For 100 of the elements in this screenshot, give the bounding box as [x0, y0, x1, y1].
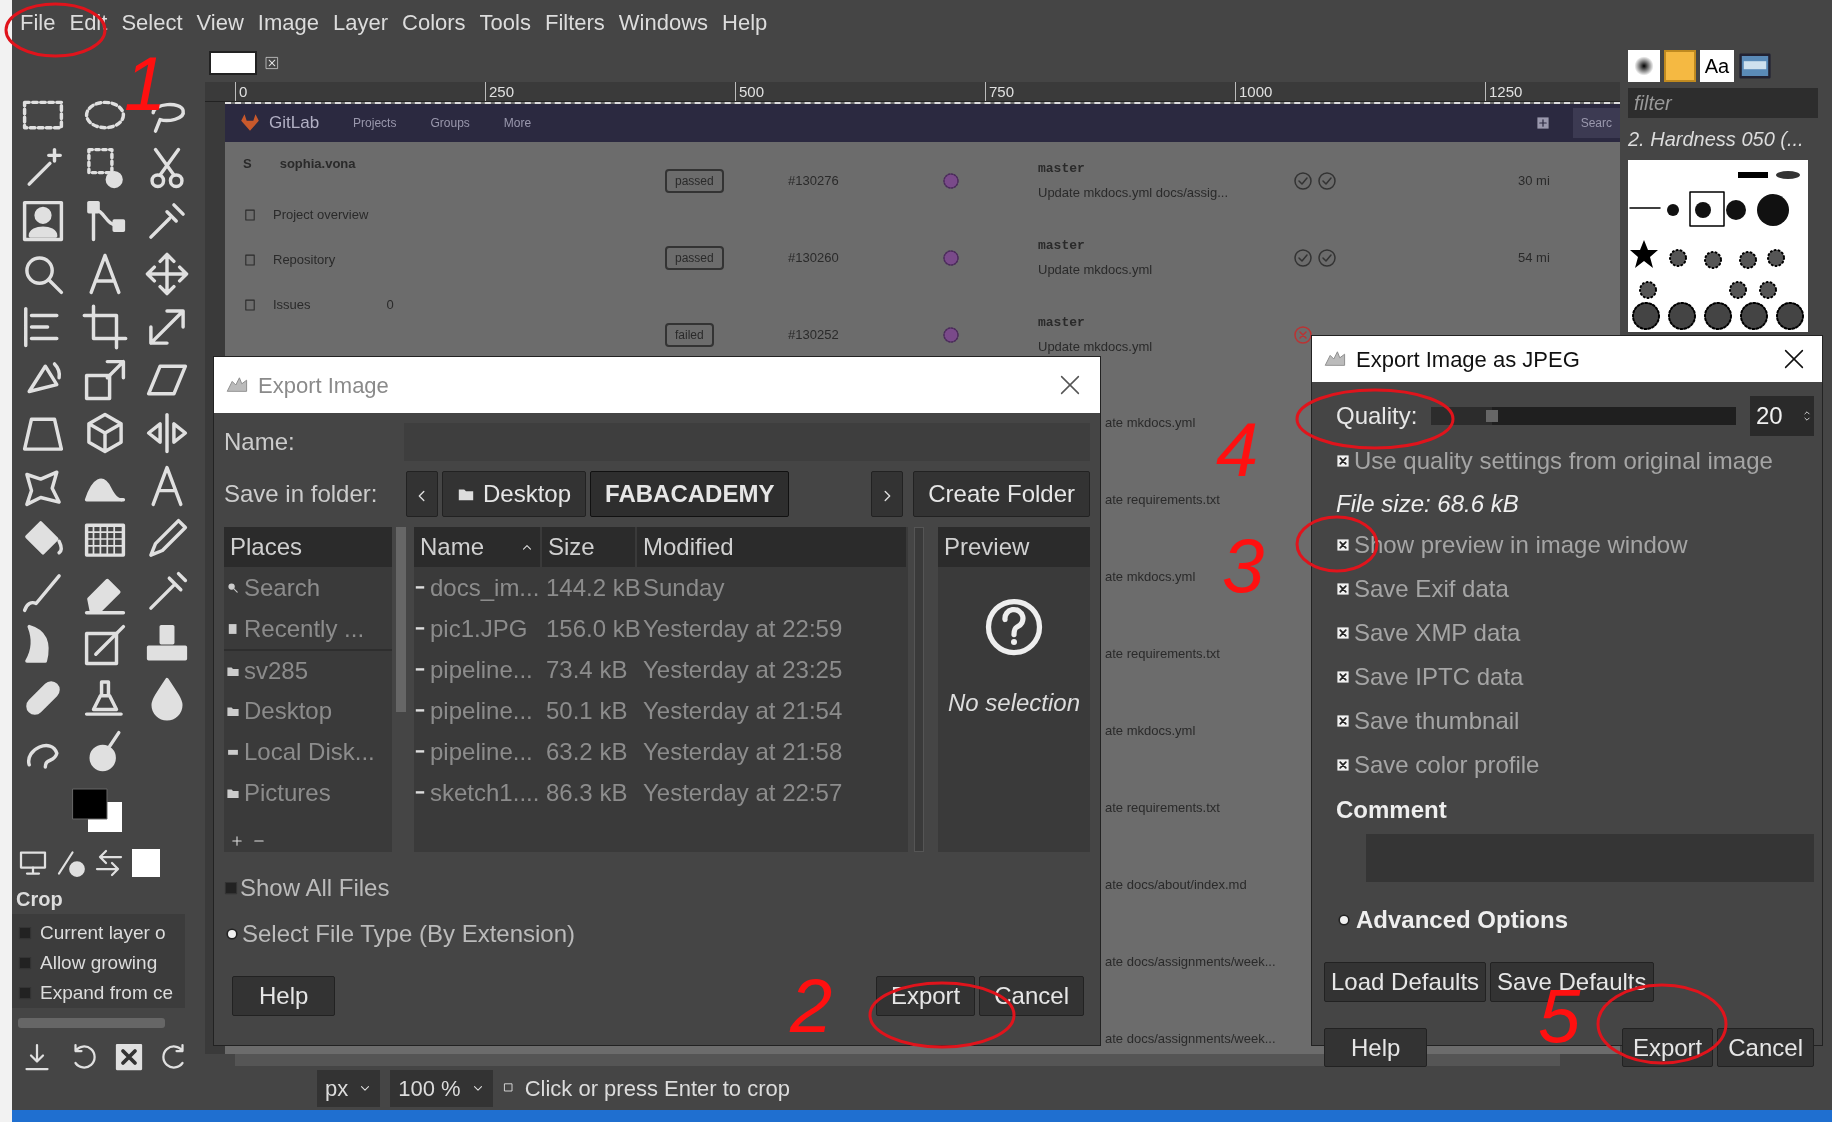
sidebar-link[interactable]: Repository [273, 250, 336, 270]
figure-select-icon[interactable] [20, 198, 66, 244]
close-icon[interactable] [265, 56, 279, 70]
brushes-drawing[interactable] [1628, 160, 1808, 332]
place-item[interactable]: sv285 [244, 652, 309, 689]
checkbox-checked[interactable] [1336, 714, 1350, 728]
file-name[interactable]: docs_im... [430, 569, 540, 606]
checkbox-checked[interactable] [1336, 670, 1350, 684]
scale-icon[interactable] [82, 357, 128, 403]
checkbox-checked[interactable] [1336, 582, 1350, 596]
checkbox-checked[interactable] [1336, 758, 1350, 772]
branch-name[interactable]: master [1038, 159, 1293, 179]
scrollbar[interactable] [18, 1018, 165, 1028]
file-name[interactable]: pipeline... [430, 692, 533, 729]
dialog-button[interactable]: Cancel [979, 976, 1084, 1016]
user-name[interactable]: sophia.vona [279, 154, 356, 174]
path-button[interactable]: Desktop [442, 471, 587, 517]
commit-message[interactable]: ate requirements.txt [1105, 643, 1220, 663]
commit-message[interactable]: ate mkdocs.yml [1105, 720, 1196, 740]
nav-link[interactable]: Groups [430, 114, 470, 132]
commit-message[interactable]: ate mkdocs.yml [1105, 412, 1196, 432]
check-circle-icon[interactable] [1317, 247, 1337, 268]
menu-item[interactable]: Windows [618, 5, 709, 39]
expander-label[interactable]: Select File Type (By Extension) [242, 916, 576, 952]
pipeline-id[interactable]: #130260 [788, 247, 941, 268]
create-folder-button[interactable]: Create Folder [913, 471, 1090, 517]
branch-name[interactable]: master [1038, 313, 1293, 333]
close-icon[interactable] [1782, 347, 1806, 371]
place-item[interactable]: Pictures [244, 774, 331, 811]
expander-icon[interactable] [1336, 912, 1352, 928]
check-circle-icon[interactable] [1293, 247, 1313, 268]
menu-item[interactable]: Image [257, 5, 319, 39]
dialog-button[interactable]: Cancel [1717, 1027, 1814, 1068]
slider-thumb[interactable] [1486, 410, 1499, 422]
menu-item[interactable]: Help [722, 5, 768, 39]
branch-name[interactable]: master [1038, 236, 1293, 256]
file-name[interactable]: sketch1.... [430, 774, 540, 811]
place-item[interactable]: Recently ... [244, 610, 365, 647]
pencil-info-icon[interactable] [56, 848, 86, 878]
color-swatches-drawing[interactable] [72, 788, 123, 833]
file-name[interactable]: pipeline... [430, 733, 533, 770]
commit-message[interactable]: ate requirements.txt [1105, 797, 1220, 817]
file-name[interactable]: pipeline... [430, 651, 533, 688]
path-button[interactable]: FABACADEMY [590, 471, 790, 517]
pattern-swatch[interactable] [1664, 50, 1696, 82]
unit-select[interactable]: px [317, 1069, 381, 1107]
commit-message[interactable]: ate mkdocs.yml [1105, 566, 1196, 586]
close-icon[interactable] [1058, 373, 1082, 397]
menu-item[interactable]: Layer [333, 5, 389, 39]
image-thumbnail-tab[interactable] [209, 51, 257, 75]
commit-message[interactable]: ate docs/assignments/week... [1105, 1028, 1276, 1048]
menu-item[interactable]: View [196, 5, 244, 39]
crop-icon[interactable] [82, 304, 128, 350]
monitor-icon[interactable] [18, 848, 48, 878]
checkbox[interactable] [224, 881, 238, 895]
place-item[interactable]: Local Disk... [244, 733, 375, 770]
checkbox-checked[interactable] [1336, 538, 1350, 552]
nav-link[interactable]: More [503, 114, 532, 132]
passed-badge[interactable]: passed [665, 245, 724, 270]
brush-preview-icon[interactable] [1628, 50, 1660, 82]
filter-field[interactable]: filter [1628, 88, 1818, 118]
dialog-button[interactable]: Help [1324, 1027, 1428, 1068]
failed-badge[interactable]: failed [665, 322, 714, 347]
nav-link[interactable]: Projects [353, 114, 397, 132]
commit-message[interactable]: Update mkdocs.yml [1038, 336, 1293, 356]
menu-item[interactable]: Filters [544, 5, 605, 39]
check-circle-icon[interactable] [1317, 170, 1337, 191]
place-item[interactable]: Search [244, 569, 321, 606]
quality-spinbox[interactable]: 20 [1750, 396, 1814, 436]
check-circle-icon[interactable] [1293, 170, 1313, 191]
passed-badge[interactable]: passed [665, 168, 724, 193]
delete-icon[interactable] [114, 1042, 144, 1072]
checkbox-checked[interactable] [1336, 454, 1350, 468]
menu-item[interactable]: Select [121, 5, 183, 39]
commit-message[interactable]: ate docs/about/index.md [1105, 874, 1247, 894]
menu-item[interactable]: Tools [479, 5, 531, 39]
scrollbar[interactable] [914, 527, 924, 852]
move-arrows-icon[interactable] [144, 251, 190, 297]
expander-icon[interactable] [224, 926, 240, 942]
scrollbar[interactable] [396, 527, 406, 712]
search-field[interactable]: Searc [1572, 108, 1620, 138]
checkbox[interactable] [18, 986, 32, 1000]
defaults-button[interactable]: Load Defaults [1324, 962, 1487, 1002]
commit-message[interactable]: Update mkdocs.yml [1038, 259, 1293, 279]
zoom-select[interactable]: 100 % [390, 1069, 493, 1107]
quality-slider[interactable] [1431, 407, 1736, 425]
image-tab-thumbnail[interactable] [132, 849, 160, 877]
expander-label[interactable]: Advanced Options [1356, 902, 1569, 938]
pipeline-id[interactable]: #130252 [788, 324, 941, 345]
font-tab[interactable]: Aa [1700, 50, 1734, 82]
dialog-button[interactable]: Export [1621, 1027, 1714, 1068]
error-circle-icon[interactable] [1293, 324, 1313, 345]
commit-message[interactable]: ate requirements.txt [1105, 489, 1220, 509]
checkbox[interactable] [18, 956, 32, 970]
commit-message[interactable]: Update mkdocs.yml docs/assig... [1038, 182, 1293, 202]
checkbox[interactable] [18, 926, 32, 940]
sidebar-link[interactable]: Issues [273, 295, 311, 315]
menu-item[interactable]: Colors [402, 5, 466, 39]
commit-message[interactable]: ate docs/assignments/week... [1105, 951, 1276, 971]
dialog-button[interactable]: Export [875, 976, 976, 1016]
